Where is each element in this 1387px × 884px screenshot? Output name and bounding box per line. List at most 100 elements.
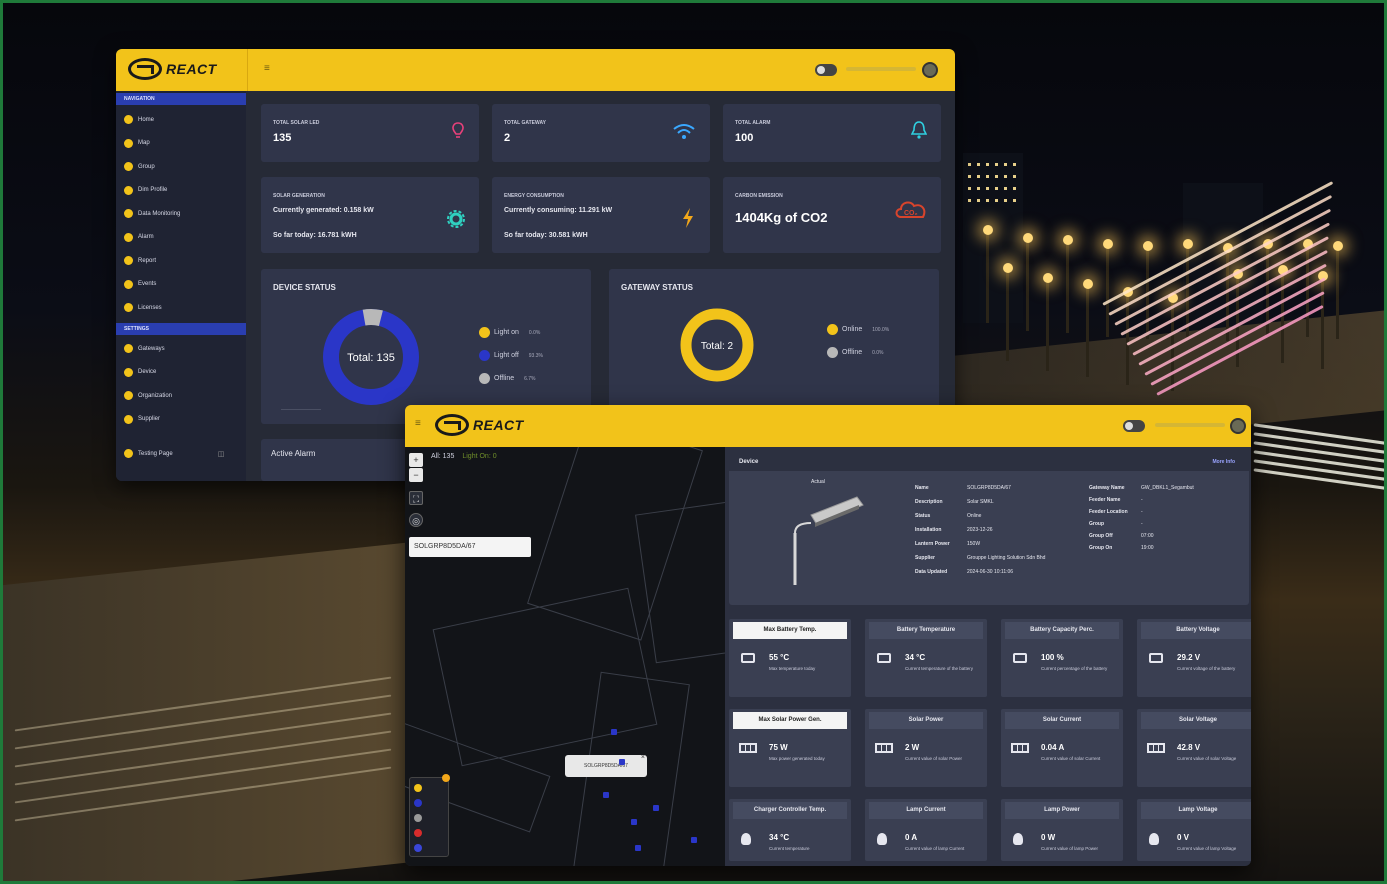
sidebar-item-licenses[interactable]: Licenses [124,303,162,312]
sidebar-item-device[interactable]: Device [124,367,156,377]
building-window [986,175,989,178]
metric-value: 75 W [769,743,788,752]
metric-description: Current value of lamp Power [1041,846,1099,851]
building-window [968,175,971,178]
device-marker[interactable] [611,729,617,735]
legend-label: Light on [494,329,519,336]
nav-dot-icon [124,185,133,195]
locate-icon[interactable]: ◎ [409,513,423,527]
metric-title: Max Solar Power Gen. [733,712,847,729]
energy-current-text: Currently consuming: 11.291 kW [504,207,613,214]
metric-description: Current value of solar Power [905,756,963,761]
more-info-link[interactable]: More Info [1213,459,1236,465]
field-value: SOLGRP8D5DA/67 [967,485,1011,491]
device-field: Description Solar SMKL [915,499,994,505]
metric-value: 2 W [905,743,920,752]
legend-swatch [479,350,490,361]
field-key: Group Off [1089,533,1113,539]
co2-cloud-icon: CO₂ [895,201,926,218]
metric-value: 34 °C [905,653,926,662]
lamp-pole [1106,247,1109,337]
solar-panel-icon [739,743,757,753]
field-key: Group On [1089,545,1113,551]
metric-title: Battery Capacity Perc. [1005,622,1119,639]
collapse-icon[interactable]: ◫ [218,450,225,458]
metric-card: Max Battery Temp. 55 °C Max temperature to… [729,619,851,697]
field-key: Feeder Name [1089,497,1121,503]
battery-icon [1149,653,1163,663]
metric-title: Lamp Power [1005,802,1119,819]
device-marker[interactable] [603,792,609,798]
device-marker[interactable] [619,759,625,765]
sidebar-item-data-monitoring[interactable]: Data Monitoring [124,209,180,218]
user-avatar[interactable] [1230,418,1246,434]
sidebar-item-gateways[interactable]: Gateways [124,344,165,353]
card-label: TOTAL ALARM [735,120,771,126]
nav-dot-icon [124,279,133,289]
sidebar-item-supplier[interactable]: Supplier [124,414,160,424]
device-field: Gateway Name GW_DBKL1_Segambut [1089,485,1194,491]
sidebar-item-home[interactable]: Home [124,115,154,124]
wifi-icon [673,124,695,139]
sidebar-item-map[interactable]: Map [124,138,150,148]
device-marker[interactable] [691,837,697,843]
filter-light-on[interactable]: Light On: 0 [462,453,496,460]
fullscreen-icon[interactable]: ⛶ [409,491,423,505]
field-value: - [1141,497,1143,503]
filter-all[interactable]: All: 135 [431,453,454,460]
legend-percent: 6.7% [524,375,536,382]
legend-swatch [414,784,422,792]
sidebar-item-testing-page[interactable]: Testing Page ◫ [124,449,224,458]
user-avatar[interactable] [922,62,938,78]
metric-card: Lamp Power 0 W Current value of lamp Power [1001,799,1123,861]
metric-card: Charger Controller Temp. 34 °C Current tem… [729,799,851,861]
card-energy-consumption: ENERGY CONSUMPTION Currently consuming: … [492,177,710,253]
device-marker[interactable] [635,845,641,851]
legend-swatch [479,327,490,338]
menu-icon[interactable]: ≡ [264,63,270,74]
building-window [995,175,998,178]
sidebar-item-alarm[interactable]: Alarm [124,232,154,242]
field-value: GW_DBKL1_Segambut [1141,485,1194,491]
sidebar-item-label: Report [138,257,157,264]
legend-collapse-icon[interactable] [442,774,450,782]
metric-card: Max Solar Power Gen. 75 W Max power genera… [729,709,851,787]
device-marker[interactable] [631,819,637,825]
metric-card: Solar Power 2 W Current value of solar Pow… [865,709,987,787]
metric-title: Solar Current [1005,712,1119,729]
user-email-text [1155,423,1225,427]
nav-dot-icon [124,414,133,424]
field-key: Gateway Name [1089,485,1125,491]
close-icon[interactable]: × [641,747,645,769]
device-popup[interactable]: SOLGRP8D5DA/67 × [565,754,647,777]
device-marker[interactable] [653,805,659,811]
zoom-out-button[interactable]: − [409,468,423,482]
field-value: 07:00 [1141,533,1154,539]
theme-toggle[interactable] [815,64,837,76]
device-search-input[interactable]: SOLGRP8D5DA/67 [409,537,531,557]
metric-title: Lamp Voltage [1141,802,1251,819]
sidebar-item-dim-profile[interactable]: Dim Profile [124,185,167,195]
sidebar-item-label: Data Monitoring [138,210,181,217]
menu-icon[interactable]: ≡ [415,418,421,429]
sidebar-item-organization[interactable]: Organization [124,391,172,400]
metric-title: Charger Controller Temp. [733,802,847,819]
sidebar-item-events[interactable]: Events [124,279,156,289]
nav-dot-icon [124,162,133,171]
lightbulb-icon [452,122,464,138]
map-view[interactable]: All: 135 Light On: 0 + − ⛶ ◎ SOLGRP8D5DA… [405,447,725,866]
legend-item: Light on 0.0% [479,327,540,338]
theme-toggle[interactable] [1123,420,1145,432]
metric-value: 0.04 A [1041,743,1065,752]
metric-card: Solar Current 0.04 A Current value of sola… [1001,709,1123,787]
solar-panel-icon [1011,743,1029,753]
sidebar-item-group[interactable]: Group [124,162,155,171]
field-key: Feeder Location [1089,509,1128,515]
metric-card: Solar Voltage 42.8 V Current value of sola… [1137,709,1251,787]
metric-description: Max temperature today [769,666,816,671]
card-value: 2 [504,132,511,144]
building-window [968,199,971,202]
zoom-in-button[interactable]: + [409,453,423,467]
metric-card: Battery Capacity Perc. 100 % Current perce… [1001,619,1123,697]
sidebar-item-report[interactable]: Report [124,256,156,265]
